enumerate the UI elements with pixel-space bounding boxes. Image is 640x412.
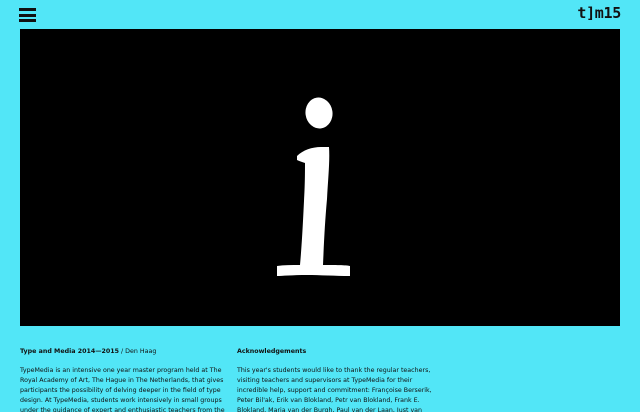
menu-bar xyxy=(19,8,36,11)
acknowledgements-body: This year's students would like to thank… xyxy=(237,367,432,412)
hero-image xyxy=(20,29,620,326)
intro-body: TypeMedia is an intensive one year maste… xyxy=(20,367,225,412)
page: t]m15 Type and Media 2014—2015 / Den Haa… xyxy=(0,0,640,412)
intro-title-main: Type and Media 2014—2015 xyxy=(20,348,120,355)
acknowledgements-title: Acknowledgements xyxy=(237,348,307,355)
intro-column: Type and Media 2014—2015 / Den Haag Type… xyxy=(20,347,226,412)
letter-i-glyph xyxy=(20,29,620,326)
hamburger-menu-icon[interactable] xyxy=(19,8,36,22)
menu-bar xyxy=(19,13,36,17)
intro-title: Type and Media 2014—2015 / Den Haag xyxy=(20,347,226,357)
intro-title-location: / Den Haag xyxy=(119,348,157,355)
menu-bar xyxy=(19,19,36,22)
site-logo[interactable]: t]m15 xyxy=(577,4,621,22)
acknowledgements-column: Acknowledgements This year's students wo… xyxy=(237,347,445,412)
